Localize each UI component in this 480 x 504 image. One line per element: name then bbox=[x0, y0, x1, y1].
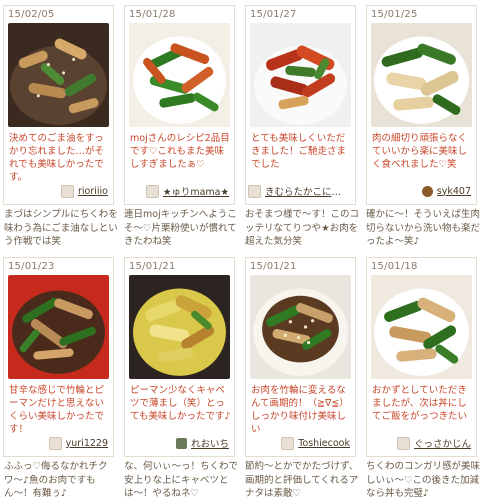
report-card[interactable]: 15/01/25 肉の細切り頑張らなくていいから楽に美味しく食べれました♡笑 s… bbox=[366, 5, 477, 205]
report-card[interactable]: 15/01/18 おかずとしていただきましたが、次は丼にしてご飯をがっつきたい … bbox=[366, 257, 477, 457]
author-reply: 確かに〜！そういえば生肉切らないから洗い物も楽だったよ〜笑♪ bbox=[366, 209, 480, 247]
report-date: 15/01/28 bbox=[129, 9, 176, 20]
report-comment: ピーマン少なくキャベツで薄まし（笑）とっても美味しかったです♪ bbox=[130, 385, 231, 422]
author-reply: ちくわのコンガリ感が美味しいぃ〜♡この後きた加減なら丼も完璧♪ bbox=[366, 461, 480, 499]
author-link[interactable]: rioriiio bbox=[61, 183, 108, 199]
user-photo-icon bbox=[421, 185, 433, 197]
report-comment: とても美味しくいただきました！ご馳走さまでした bbox=[251, 133, 347, 170]
author-link[interactable]: きむらたかこになる bbox=[248, 183, 350, 199]
report-date: 15/01/21 bbox=[250, 261, 297, 272]
report-date: 15/01/27 bbox=[250, 9, 297, 20]
author-name[interactable]: れおいち bbox=[191, 436, 229, 450]
report-comment: 肉の細切り頑張らなくていいから楽に美味しく食べれました♡笑 bbox=[372, 133, 468, 170]
chef-icon bbox=[248, 184, 261, 198]
report-comment: 決めてのごま油をすっかり忘れました…がそれでも美味しかったです。 bbox=[9, 133, 105, 183]
chef-icon bbox=[145, 184, 159, 198]
author-link[interactable]: yuri1229 bbox=[48, 435, 108, 451]
report-card[interactable]: 15/01/21 ピーマン少なくキャベツで薄まし（笑）とっても美味しかったです♪… bbox=[124, 257, 235, 457]
dish-photo[interactable] bbox=[8, 275, 109, 379]
report-card[interactable]: 15/01/21 お肉を竹輪に変えるなんて画期的！（≧∇≦）しっかり味付け美味し… bbox=[245, 257, 356, 457]
chef-icon bbox=[396, 436, 410, 450]
report-card[interactable]: 15/01/27 とても美味しくいただきました！ご馳走さまでした きむらたかこに… bbox=[245, 5, 356, 205]
author-name[interactable]: ぐっさかじん bbox=[414, 436, 471, 450]
author-reply: 節約〜とかでかたづけず、画期的と評価してくれるアナタは素敵♡ bbox=[245, 461, 359, 499]
author-reply: な、何いぃ〜っ！ちくわで安上りな上にキャベツとは〜！やるねネ♡ bbox=[124, 461, 238, 499]
author-link[interactable]: ぐっさかじん bbox=[396, 435, 471, 451]
user-photo-icon bbox=[175, 437, 187, 449]
author-reply: ふふっ♡侮るなかれチクワ〜♪魚のお肉ですもん〜！有難ぅ♪ bbox=[4, 461, 108, 499]
author-link[interactable]: れおいち bbox=[175, 435, 229, 451]
author-name[interactable]: きむらたかこになる bbox=[265, 184, 350, 198]
author-link[interactable]: syk407 bbox=[421, 183, 471, 199]
author-reply: まづはシンプルにちくわを味わう為にごま油なしという作戦では笑 bbox=[4, 209, 118, 247]
report-card[interactable]: 15/02/05 決めてのごま油をすっかり忘れました…がそれでも美味しかったです… bbox=[3, 5, 114, 205]
chef-icon bbox=[281, 436, 295, 450]
author-reply: おそまつ様で〜す！このコッテリなてりつや★お肉を超えた気分笑 bbox=[245, 209, 359, 247]
chef-icon bbox=[61, 184, 74, 198]
report-row-1: 15/02/05 決めてのごま油をすっかり忘れました…がそれでも美味しかったです… bbox=[0, 0, 480, 252]
author-link[interactable]: ★ゅりmama★ bbox=[145, 183, 229, 199]
dish-photo[interactable] bbox=[250, 23, 351, 127]
dish-photo[interactable] bbox=[371, 275, 472, 379]
author-name[interactable]: syk407 bbox=[437, 186, 471, 197]
report-row-2: 15/01/23 甘辛な感じで竹輪とピーマンだけと思えないくらい美味しかったです… bbox=[0, 252, 480, 504]
author-reply: 連日mojキッチンへようこそ〜♡片栗粉使いが慣れてきたわね笑 bbox=[124, 209, 237, 247]
report-date: 15/01/21 bbox=[129, 261, 176, 272]
report-comment: お肉を竹輪に変えるなんて画期的！（≧∇≦）しっかり味付け美味しい bbox=[251, 385, 349, 435]
report-date: 15/01/23 bbox=[8, 261, 55, 272]
report-date: 15/01/25 bbox=[371, 9, 418, 20]
dish-photo[interactable] bbox=[129, 275, 230, 379]
report-card[interactable]: 15/01/28 mojさんのレシピ2品目です♡これもまた美味しすぎましたぁ♡ … bbox=[124, 5, 235, 205]
report-date: 15/02/05 bbox=[8, 9, 55, 20]
report-comment: mojさんのレシピ2品目です♡これもまた美味しすぎましたぁ♡ bbox=[130, 133, 230, 170]
chef-icon bbox=[48, 436, 62, 450]
report-date: 15/01/18 bbox=[371, 261, 418, 272]
dish-photo[interactable] bbox=[8, 23, 109, 127]
report-comment: 甘辛な感じで竹輪とピーマンだけと思えないくらい美味しかったです！ bbox=[9, 385, 105, 435]
dish-photo[interactable] bbox=[129, 23, 230, 127]
author-link[interactable]: Toshiecook bbox=[281, 435, 350, 451]
dish-photo[interactable] bbox=[250, 275, 351, 379]
report-comment: おかずとしていただきましたが、次は丼にしてご飯をがっつきたい bbox=[372, 385, 468, 422]
author-name[interactable]: rioriiio bbox=[78, 186, 108, 197]
author-name[interactable]: Toshiecook bbox=[298, 438, 350, 449]
report-card[interactable]: 15/01/23 甘辛な感じで竹輪とピーマンだけと思えないくらい美味しかったです… bbox=[3, 257, 114, 457]
dish-photo[interactable] bbox=[371, 23, 472, 127]
author-name[interactable]: yuri1229 bbox=[66, 438, 108, 449]
author-name[interactable]: ★ゅりmama★ bbox=[163, 184, 229, 198]
